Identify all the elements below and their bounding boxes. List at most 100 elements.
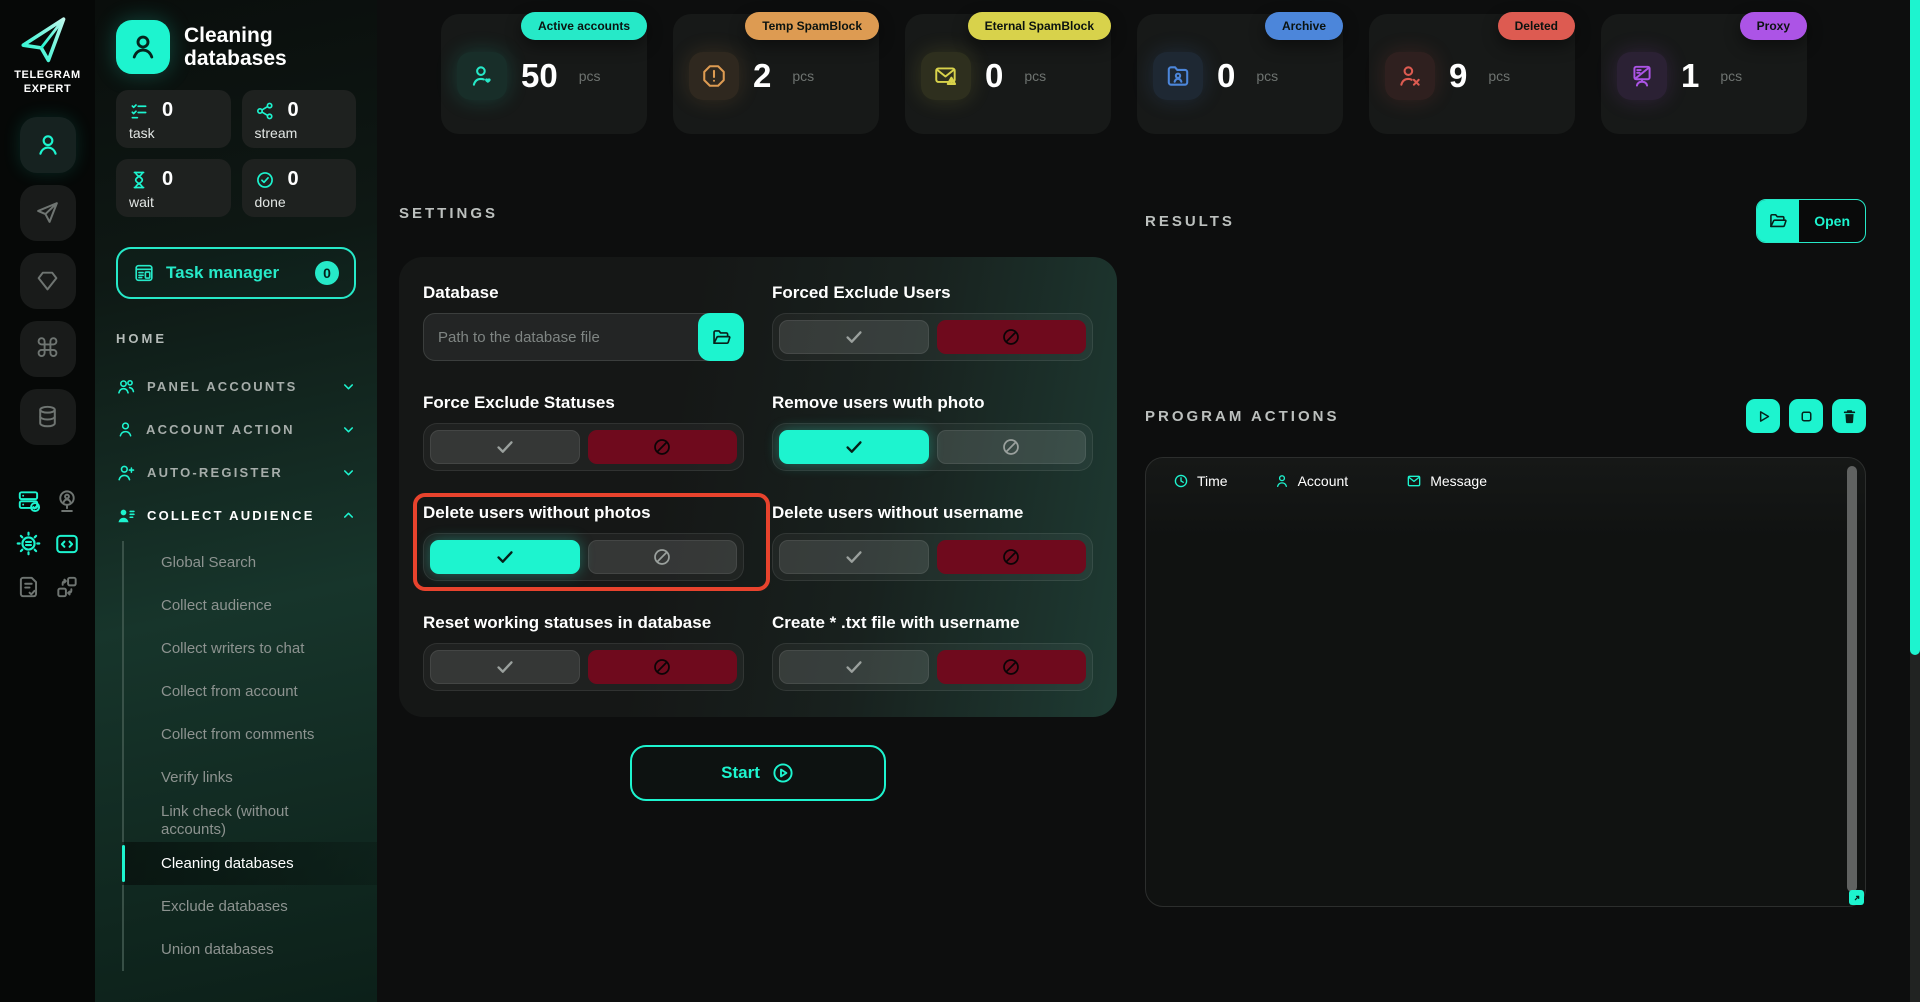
page-avatar	[116, 20, 170, 74]
server-check-button[interactable]	[15, 487, 43, 515]
start-button[interactable]: Start	[630, 745, 886, 801]
submenu-cleaning-databases[interactable]: Cleaning databases	[122, 842, 377, 885]
submenu-link-check[interactable]: Link check (without accounts)	[161, 799, 356, 842]
toggle-no-button[interactable]	[937, 650, 1087, 684]
open-button-label: Open	[1799, 213, 1865, 229]
rail-premium-button[interactable]	[20, 253, 76, 309]
column-account[interactable]: Account	[1274, 473, 1349, 489]
toggle-no-button[interactable]	[937, 540, 1087, 574]
status-cards-row: Active accounts 50pcs Temp SpamBlock	[441, 14, 1807, 134]
chevron-down-icon	[341, 422, 356, 437]
sidebar-item-collect-audience[interactable]: COLLECT AUDIENCE	[116, 494, 356, 537]
task-manager-label: Task manager	[166, 263, 279, 283]
rail-send-button[interactable]	[20, 185, 76, 241]
folder-icon	[1757, 199, 1799, 243]
check-icon	[494, 656, 516, 678]
toggle-yes-button[interactable]	[779, 430, 929, 464]
status-value: 1	[1681, 57, 1699, 95]
toggle-yes-button[interactable]	[430, 430, 580, 464]
setting-forced-exclude-users: Forced Exclude Users	[772, 283, 1093, 361]
page-scrollbar-thumb[interactable]	[1910, 0, 1920, 655]
sidebar-item-label: PANEL ACCOUNTS	[147, 379, 297, 394]
stop-button[interactable]	[1789, 399, 1823, 433]
rail-accounts-button[interactable]	[20, 117, 76, 173]
hourglass-icon	[129, 170, 149, 190]
sidebar-item-account-action[interactable]: ACCOUNT ACTION	[116, 408, 356, 451]
submenu-global-search[interactable]: Global Search	[161, 541, 356, 584]
settings-section: SETTINGS Database	[399, 205, 1117, 801]
column-time[interactable]: Time	[1173, 473, 1228, 489]
counter-label: done	[255, 194, 344, 210]
rail-database-button[interactable]	[20, 389, 76, 445]
status-badge: Archive	[1265, 12, 1343, 40]
column-message[interactable]: Message	[1406, 473, 1487, 489]
submenu-collect-from-comments[interactable]: Collect from comments	[161, 713, 356, 756]
doc-check-button[interactable]	[15, 573, 43, 601]
toggle-no-button[interactable]	[937, 320, 1087, 354]
counter-stream: 0 stream	[242, 90, 357, 148]
database-path-input[interactable]	[423, 313, 744, 361]
submenu-verify-links[interactable]: Verify links	[161, 756, 356, 799]
status-badge: Eternal SpamBlock	[968, 12, 1111, 40]
status-value: 50	[521, 57, 558, 95]
status-value: 9	[1449, 57, 1467, 95]
toggle-yes-button[interactable]	[779, 320, 929, 354]
status-value: 0	[1217, 57, 1235, 95]
settings-gear-button[interactable]	[15, 530, 43, 558]
submenu-collect-writers[interactable]: Collect writers to chat	[161, 627, 356, 670]
toggle-yes-button[interactable]	[779, 650, 929, 684]
slash-circle-icon	[651, 436, 673, 458]
check-icon	[843, 546, 865, 568]
submenu-exclude-databases[interactable]: Exclude databases	[161, 885, 356, 928]
sidebar-item-label: ACCOUNT ACTION	[146, 422, 295, 437]
sidebar-item-home[interactable]: HOME	[116, 323, 356, 353]
sidebar-nav: HOME PANEL ACCOUNTS ACCOUNT ACTION	[95, 323, 377, 971]
submenu-union-databases[interactable]: Union databases	[161, 928, 356, 971]
toggle-no-button[interactable]	[937, 430, 1087, 464]
settings-section-label: SETTINGS	[399, 205, 1117, 222]
toggle-yes-button[interactable]	[430, 650, 580, 684]
command-icon: ⌘	[35, 336, 61, 362]
open-results-button[interactable]: Open	[1756, 199, 1866, 243]
toggle-remove-users-with-photo	[772, 423, 1093, 471]
clock-icon	[1173, 473, 1189, 489]
toggle-no-button[interactable]	[588, 650, 738, 684]
sidebar-header: Cleaning databases	[95, 0, 377, 74]
clear-log-button[interactable]	[1832, 399, 1866, 433]
toggle-yes-button[interactable]	[430, 540, 580, 574]
rail-nav: ⌘	[20, 117, 76, 445]
page-scrollbar[interactable]	[1910, 0, 1920, 1002]
slash-circle-icon	[651, 546, 673, 568]
setting-remove-users-with-photo: Remove users wuth photo	[772, 393, 1093, 471]
setting-delete-users-without-username: Delete users without username	[772, 503, 1093, 581]
setting-label: Force Exclude Statuses	[423, 393, 744, 413]
run-button[interactable]	[1746, 399, 1780, 433]
sidebar-item-panel-accounts[interactable]: PANEL ACCOUNTS	[116, 365, 356, 408]
results-section-label: RESULTS	[1145, 213, 1235, 230]
main-content: Active accounts 50pcs Temp SpamBlock	[377, 0, 1920, 1002]
counter-value: 0	[162, 99, 173, 122]
swap-button[interactable]	[53, 573, 81, 601]
submenu-collect-audience[interactable]: Collect audience	[161, 584, 356, 627]
toggle-yes-button[interactable]	[779, 540, 929, 574]
status-badge: Deleted	[1498, 12, 1575, 40]
person-cam-button[interactable]	[53, 487, 81, 515]
sidebar-item-auto-register[interactable]: AUTO-REGISTER	[116, 451, 356, 494]
send-icon	[35, 200, 60, 225]
sidebar: Cleaning databases 0 task	[95, 0, 377, 1002]
code-window-button[interactable]	[53, 530, 81, 558]
task-manager-button[interactable]: Task manager 0	[116, 247, 356, 299]
person-cam-icon	[54, 488, 80, 514]
toggle-no-button[interactable]	[588, 430, 738, 464]
code-window-icon	[54, 531, 80, 557]
table-resize-handle[interactable]	[1849, 890, 1864, 905]
proxy-server-icon	[1617, 52, 1667, 100]
start-label: Start	[721, 763, 760, 783]
submenu-collect-from-account[interactable]: Collect from account	[161, 670, 356, 713]
folder-user-icon	[1153, 52, 1203, 100]
toggle-no-button[interactable]	[588, 540, 738, 574]
slash-circle-icon	[1000, 436, 1022, 458]
rail-command-button[interactable]: ⌘	[20, 321, 76, 377]
browse-folder-button[interactable]	[698, 313, 744, 361]
table-scrollbar[interactable]	[1847, 466, 1857, 892]
